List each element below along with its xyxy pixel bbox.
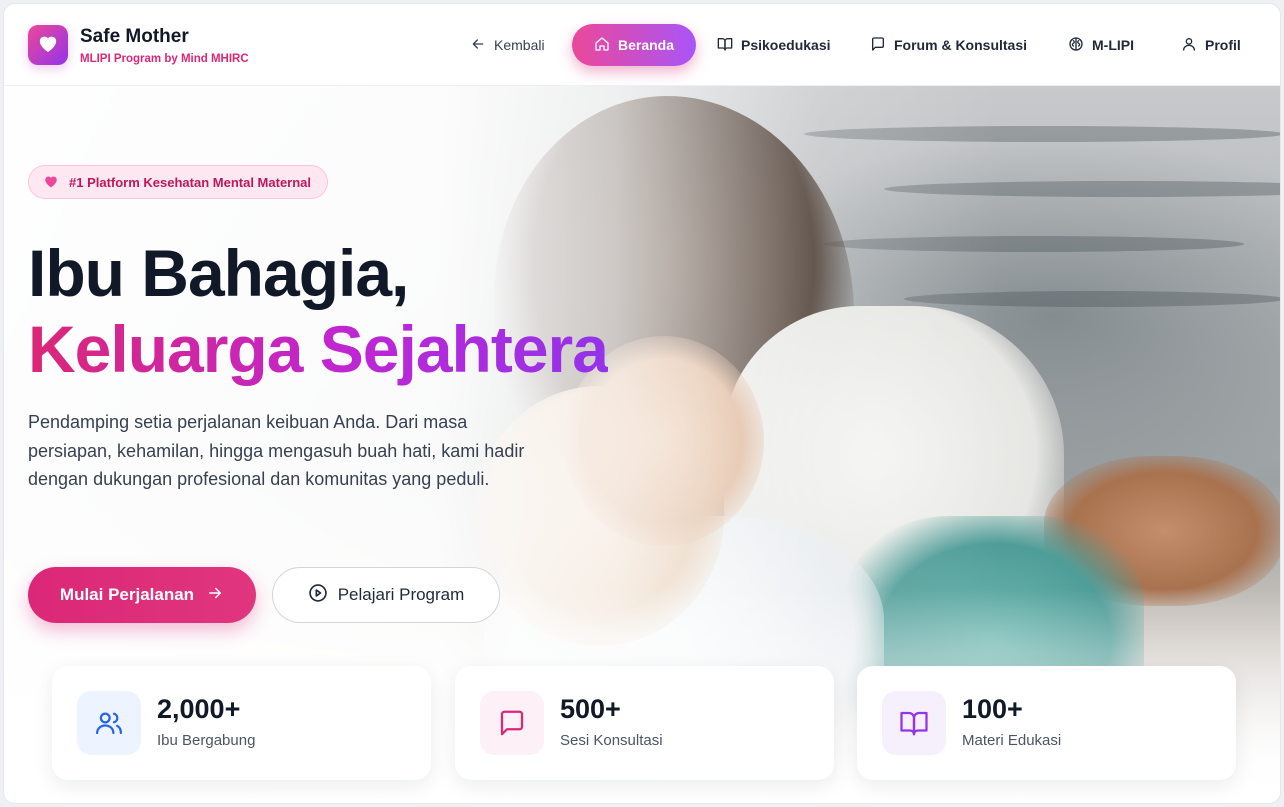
nav-back-label: Kembali (494, 37, 545, 53)
stat-value: 100+ (962, 694, 1023, 724)
users-icon (77, 691, 141, 755)
hero-badge: #1 Platform Kesehatan Mental Maternal (28, 165, 329, 199)
brand-title: Safe Mother (80, 26, 189, 47)
arrow-left-icon (470, 36, 486, 55)
user-icon (1181, 36, 1197, 55)
book-open-icon (717, 36, 733, 55)
hero-section: #1 Platform Kesehatan Mental Maternal Ib… (4, 86, 1280, 803)
start-journey-button[interactable]: Mulai Perjalanan (28, 567, 256, 623)
nav-item-forum[interactable]: Forum & Konsultasi (870, 24, 1027, 66)
nav-item-label: Profil (1205, 37, 1241, 53)
stat-label: Ibu Bergabung (157, 732, 256, 749)
learn-program-button[interactable]: Pelajari Program (272, 567, 500, 623)
brand-logo[interactable] (28, 25, 68, 65)
nav-item-label: M-LIPI (1092, 37, 1134, 53)
nav-item-beranda[interactable]: Beranda (572, 24, 696, 66)
book-open-icon (882, 691, 946, 755)
brain-icon (1068, 36, 1084, 55)
hero-headline-line1: Ibu Bahagia, (28, 236, 409, 310)
message-square-icon (480, 691, 544, 755)
arrow-right-icon (206, 584, 224, 607)
hero-description: Pendamping setia perjalanan keibuan Anda… (28, 412, 525, 489)
brand-subtitle: MLIPI Program by Mind MHIRC (80, 53, 249, 65)
app-window: #1 Platform Kesehatan Mental Maternal Ib… (3, 3, 1281, 804)
nav-item-mlipi[interactable]: M-LIPI (1068, 24, 1134, 66)
start-journey-label: Mulai Perjalanan (59, 585, 195, 604)
heart-icon (43, 174, 59, 191)
heart-icon (37, 33, 59, 58)
hero-headline-line2: Keluarga Sejahtera (28, 309, 609, 389)
stat-label: Sesi Konsultasi (560, 732, 663, 749)
stat-value: 2,000+ (157, 694, 241, 724)
hero-badge-text: #1 Platform Kesehatan Mental Maternal (69, 174, 312, 190)
stat-card-materials: 100+ Materi Edukasi (857, 666, 1236, 780)
nav-item-label: Beranda (617, 37, 675, 53)
stat-label: Materi Edukasi (962, 732, 1062, 749)
play-circle-icon (308, 583, 328, 608)
nav-item-label: Psikoedukasi (741, 37, 831, 53)
top-navbar: Safe Mother MLIPI Program by Mind MHIRC … (4, 4, 1280, 86)
nav-back-link[interactable]: Kembali (470, 24, 545, 66)
stat-value: 500+ (560, 694, 621, 724)
message-square-icon (870, 36, 886, 55)
nav-item-profil[interactable]: Profil (1181, 24, 1241, 66)
nav-item-label: Forum & Konsultasi (894, 37, 1028, 53)
stat-card-sessions: 500+ Sesi Konsultasi (455, 666, 834, 780)
nav-item-psikoedukasi[interactable]: Psikoedukasi (717, 24, 831, 66)
home-icon (594, 36, 610, 55)
learn-program-label: Pelajari Program (337, 585, 465, 604)
stat-card-mothers: 2,000+ Ibu Bergabung (52, 666, 431, 780)
